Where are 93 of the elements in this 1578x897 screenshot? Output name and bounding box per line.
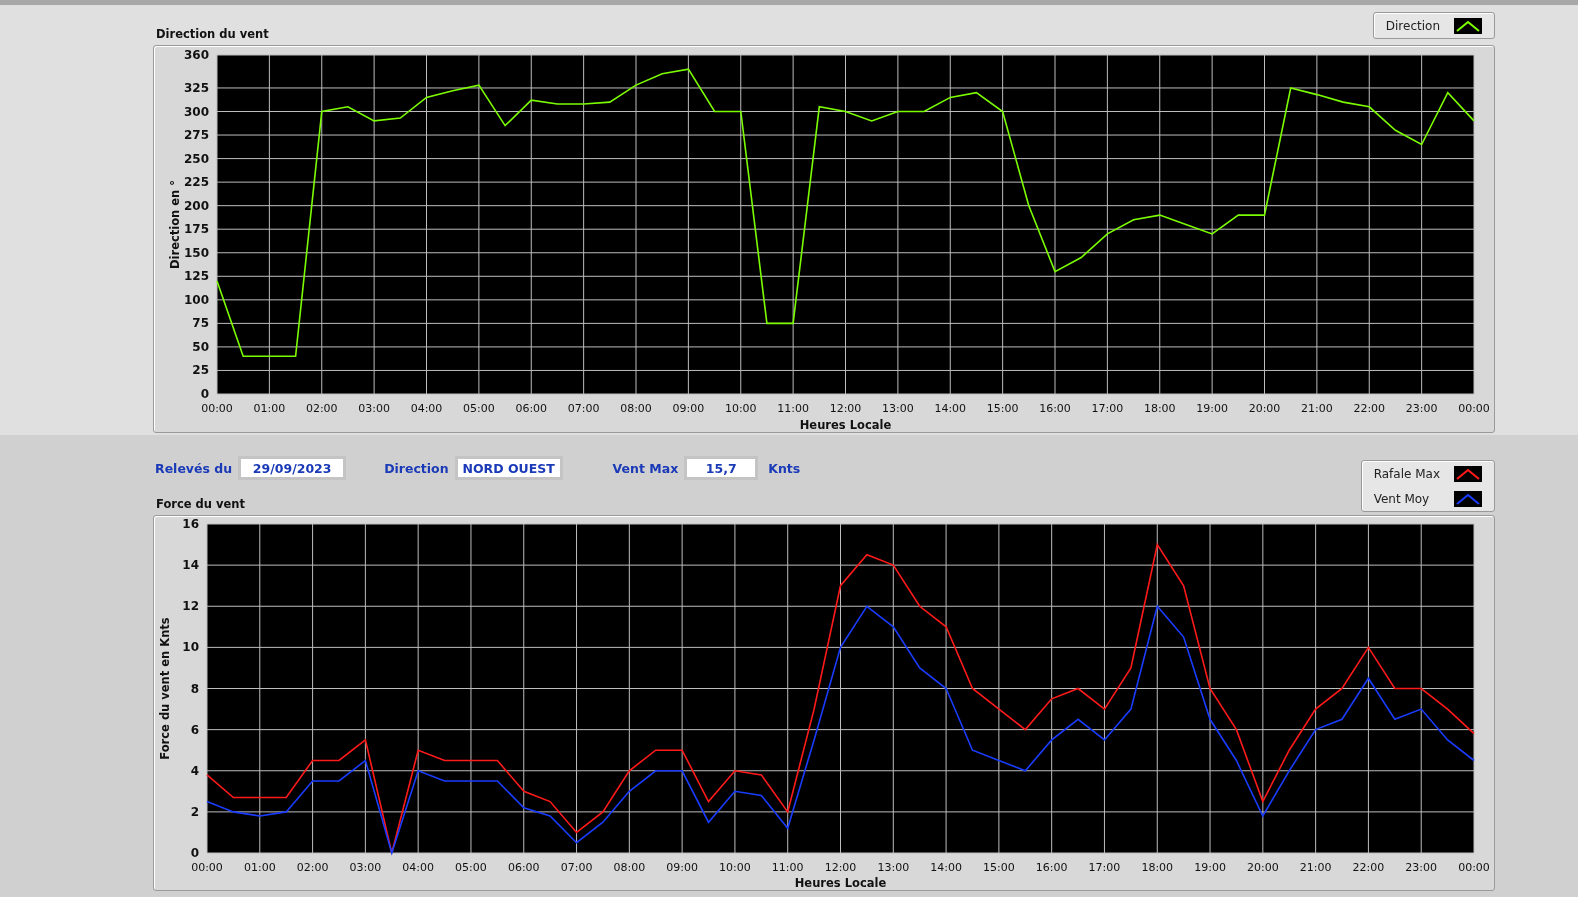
axis-tick-label: 11:00 [777, 402, 809, 415]
axis-tick-label: 11:00 [771, 861, 804, 874]
axis-tick-label: 00:00 [191, 861, 223, 874]
axis-tick-label: 0 [190, 846, 199, 860]
axis-tick-label: 150 [183, 245, 209, 260]
axis-tick-label: 16 [182, 517, 199, 531]
axis-tick-label: 19:00 [1196, 402, 1228, 415]
axis-tick-label: 225 [183, 175, 209, 190]
axis-tick-label: 175 [183, 222, 209, 237]
line-swatch-icon [1454, 17, 1482, 34]
axis-tick-label: 200 [183, 198, 209, 213]
direction-field[interactable]: NORD OUEST [454, 456, 563, 480]
axis-tick-label: 13:00 [882, 402, 914, 415]
max-wind-field[interactable]: 15,7 [684, 456, 759, 480]
field-label: Vent Max [612, 460, 679, 476]
axis-tick-label: 22:00 [1352, 861, 1385, 874]
date-field[interactable]: 29/09/2023 [238, 456, 347, 480]
axis-tick-label: 20:00 [1248, 402, 1281, 415]
axis-tick-label: 10 [182, 640, 199, 655]
axis-tick-label: 75 [192, 316, 209, 331]
axis-tick-label: 06:00 [515, 402, 548, 415]
axis-tick-label: 13:00 [877, 861, 910, 874]
axis-tick-label: 16:00 [1035, 861, 1068, 874]
axis-tick-label: 14 [182, 558, 199, 573]
axis-tick-label: 02:00 [305, 402, 338, 415]
axis-tick-label: 07:00 [567, 402, 600, 415]
axis-tick-label: 12 [182, 599, 199, 614]
axis-tick-label: 04:00 [410, 402, 443, 415]
axis-tick-label: 0 [200, 387, 209, 401]
axis-tick-label: 06:00 [507, 861, 540, 874]
axis-tick-label: 325 [183, 80, 209, 95]
axis-tick-label: 17:00 [1091, 402, 1124, 415]
axis-tick-label: 19:00 [1194, 861, 1226, 874]
axis-tick-label: 03:00 [349, 861, 382, 874]
axis-tick-label: 100 [183, 292, 209, 307]
axis-tick-label: 12:00 [824, 861, 857, 874]
unit-label: Knts [768, 460, 801, 476]
axis-title: Direction en ° [168, 180, 182, 269]
axis-tick-label: 10:00 [719, 861, 751, 874]
axis-tick-label: 15:00 [983, 861, 1015, 874]
axis-tick-label: 21:00 [1299, 861, 1332, 874]
axis-tick-label: 16:00 [1039, 402, 1071, 415]
axis-tick-label: 18:00 [1141, 861, 1174, 874]
axis-tick-label: 250 [183, 151, 209, 166]
legend-label: Vent Moy [1373, 491, 1431, 506]
line-swatch-icon [1454, 490, 1482, 507]
chart-title: Direction du vent [155, 27, 269, 43]
axis-tick-label: 09:00 [666, 861, 698, 874]
axis-tick-label: 23:00 [1405, 861, 1438, 874]
axis-tick-label: 14:00 [934, 402, 967, 415]
axis-tick-label: 4 [190, 763, 199, 778]
axis-tick-label: 17:00 [1088, 861, 1121, 874]
axis-tick-label: 12:00 [829, 402, 862, 415]
axis-title: Heures Locale [799, 418, 892, 432]
axis-tick-label: 10:00 [724, 402, 757, 415]
axis-tick-label: 03:00 [358, 402, 390, 415]
axis-tick-label: 18:00 [1143, 402, 1176, 415]
axis-tick-label: 360 [183, 48, 209, 62]
axis-tick-label: 300 [183, 104, 209, 119]
axis-tick-label: 01:00 [243, 861, 276, 874]
axis-tick-label: 05:00 [463, 402, 495, 415]
axis-tick-label: 14:00 [930, 861, 962, 874]
axis-tick-label: 25 [192, 363, 209, 378]
axis-tick-label: 8 [190, 681, 199, 696]
axis-tick-label: 275 [183, 128, 209, 143]
legend-label: Rafale Max [1373, 466, 1440, 481]
axis-tick-label: 23:00 [1405, 402, 1438, 415]
axis-tick-label: 22:00 [1353, 402, 1386, 415]
axis-tick-label: 00:00 [1458, 402, 1490, 415]
axis-tick-label: 01:00 [253, 402, 286, 415]
axis-tick-label: 21:00 [1301, 402, 1333, 415]
legend-label: Direction [1385, 18, 1440, 33]
axis-title: Heures Locale [794, 876, 887, 890]
field-label: Direction [384, 460, 449, 476]
axis-tick-label: 08:00 [613, 861, 646, 874]
axis-tick-label: 05:00 [455, 861, 487, 874]
chart-title: Force du vent [155, 496, 246, 513]
axis-tick-label: 08:00 [620, 402, 652, 415]
axis-tick-label: 2 [190, 804, 199, 819]
axis-tick-label: 15:00 [986, 402, 1019, 415]
axis-tick-label: 07:00 [560, 861, 593, 874]
axis-tick-label: 09:00 [672, 402, 705, 415]
axis-tick-label: 6 [190, 722, 199, 737]
axis-tick-label: 00:00 [1458, 861, 1490, 874]
axis-tick-label: 00:00 [201, 402, 233, 415]
axis-title: Force du vent en Knts [158, 617, 172, 760]
axis-tick-label: 02:00 [296, 861, 329, 874]
axis-tick-label: 125 [183, 269, 209, 284]
axis-tick-label: 04:00 [402, 861, 434, 874]
axis-tick-label: 20:00 [1247, 861, 1279, 874]
axis-tick-label: 50 [192, 339, 209, 354]
field-label: Relevés du [155, 460, 233, 476]
line-swatch-icon [1454, 465, 1482, 482]
